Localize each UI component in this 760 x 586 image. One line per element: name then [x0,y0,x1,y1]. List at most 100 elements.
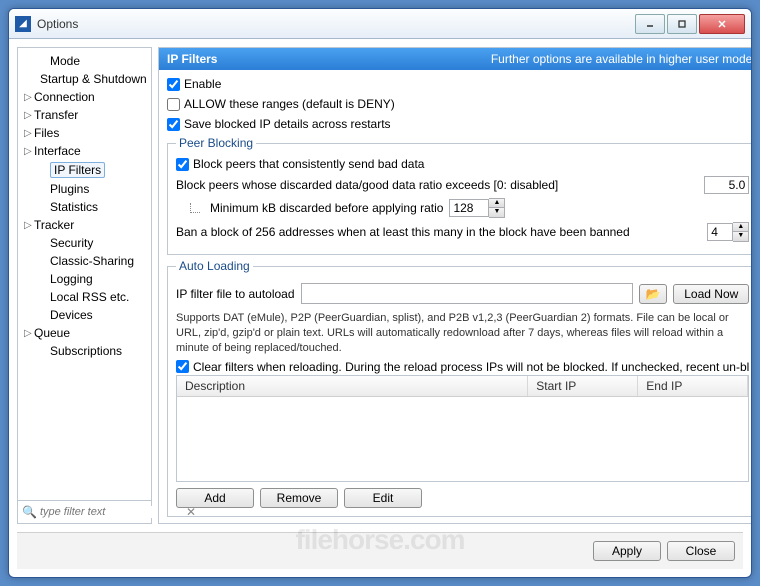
ban-block-spin-buttons: ▲ ▼ [733,222,749,242]
sidebar-item-tracker[interactable]: ▷Tracker [20,216,149,234]
main-panel: IP Filters Further options are available… [158,47,752,524]
expand-icon[interactable]: ▷ [24,220,34,231]
window-buttons [633,14,745,34]
clear-filters-row: Clear filters when reloading. During the… [176,359,749,375]
spin-up-icon[interactable]: ▲ [489,199,504,208]
min-kb-label: Minimum kB discarded before applying rat… [210,201,443,215]
auto-loading-group: Auto Loading IP filter file to autoload … [167,259,752,517]
sidebar-item-startup-shutdown[interactable]: Startup & Shutdown [20,70,149,88]
options-window: ◢ Options Mode Startup & Shutdown▷Connect… [8,8,752,578]
sidebar-item-label: Devices [50,308,93,322]
sidebar-item-label: Local RSS etc. [50,290,129,304]
allow-checkbox[interactable] [167,98,180,111]
file-input[interactable] [301,283,634,304]
table-buttons: Add Remove Edit [176,482,749,508]
sidebar-item-connection[interactable]: ▷Connection [20,88,149,106]
min-kb-spin-buttons: ▲ ▼ [489,198,505,218]
main-header: IP Filters Further options are available… [159,48,752,70]
ban-block-spinner: ▲ ▼ [707,222,749,242]
sidebar-item-label: Subscriptions [50,344,122,358]
spin-down-icon[interactable]: ▼ [733,232,748,241]
sidebar-item-files[interactable]: ▷Files [20,124,149,142]
sidebar: ModeStartup & Shutdown▷Connection▷Transf… [17,47,152,524]
edit-button[interactable]: Edit [344,488,422,508]
sidebar-item-label: Security [50,236,93,250]
sidebar-item-classic-sharing[interactable]: Classic-Sharing [20,252,149,270]
sidebar-item-label: Mode [50,54,80,68]
sidebar-item-label: Interface [34,144,81,158]
close-window-button[interactable] [699,14,745,34]
category-tree[interactable]: ModeStartup & Shutdown▷Connection▷Transf… [18,48,151,500]
maximize-button[interactable] [667,14,697,34]
sidebar-item-queue[interactable]: ▷Queue [20,324,149,342]
filter-row: 🔍 ✕ [18,500,151,523]
spin-up-icon[interactable]: ▲ [733,223,748,232]
sidebar-item-ip-filters[interactable]: IP Filters [20,160,149,180]
expand-icon[interactable]: ▷ [24,328,34,339]
ratio-label: Block peers whose discarded data/good da… [176,178,698,192]
apply-button[interactable]: Apply [593,541,661,561]
expand-icon[interactable]: ▷ [24,92,34,103]
sidebar-item-label: Files [34,126,59,140]
save-blocked-checkbox[interactable] [167,118,180,131]
sidebar-item-statistics[interactable]: Statistics [20,198,149,216]
filter-table: Description Start IP End IP [176,375,749,482]
sidebar-item-interface[interactable]: ▷Interface [20,142,149,160]
ratio-input[interactable] [704,176,749,194]
browse-button[interactable]: 📂 [639,284,667,304]
allow-row: ALLOW these ranges (default is DENY) [167,96,752,112]
spin-down-icon[interactable]: ▼ [489,208,504,217]
load-now-button[interactable]: Load Now [673,284,749,304]
sidebar-item-devices[interactable]: Devices [20,306,149,324]
sidebar-item-label: Plugins [50,182,89,196]
expand-icon[interactable]: ▷ [24,110,34,121]
peer-blocking-group: Peer Blocking Block peers that consisten… [167,136,752,255]
enable-checkbox[interactable] [167,78,180,91]
content: ModeStartup & Shutdown▷Connection▷Transf… [9,39,751,532]
sidebar-item-logging[interactable]: Logging [20,270,149,288]
col-start-ip[interactable]: Start IP [528,376,638,396]
file-label: IP filter file to autoload [176,287,295,301]
auto-loading-legend: Auto Loading [176,259,253,273]
add-button[interactable]: Add [176,488,254,508]
expand-icon[interactable]: ▷ [24,146,34,157]
sidebar-item-transfer[interactable]: ▷Transfer [20,106,149,124]
clear-filters-checkbox[interactable] [176,360,189,373]
file-row: IP filter file to autoload 📂 Load Now [176,283,749,304]
min-kb-input[interactable] [449,199,489,217]
sidebar-item-local-rss-etc-[interactable]: Local RSS etc. [20,288,149,306]
page-title: IP Filters [167,52,217,66]
table-body[interactable] [177,397,748,481]
sidebar-item-label: Transfer [34,108,78,122]
col-end-ip[interactable]: End IP [638,376,748,396]
titlebar: ◢ Options [9,9,751,39]
help-text: Supports DAT (eMule), P2P (PeerGuardian,… [176,311,749,356]
window-title: Options [37,17,633,31]
remove-button[interactable]: Remove [260,488,338,508]
enable-row: Enable [167,76,752,92]
save-blocked-row: Save blocked IP details across restarts [167,116,752,132]
sidebar-item-label: Queue [34,326,70,340]
expand-icon[interactable]: ▷ [24,128,34,139]
ban-block-input[interactable] [707,223,733,241]
tree-connector-icon [190,203,200,213]
block-bad-row: Block peers that consistently send bad d… [176,156,749,172]
clear-filters-label: Clear filters when reloading. During the… [193,360,749,374]
sidebar-item-subscriptions[interactable]: Subscriptions [20,342,149,360]
minimize-button[interactable] [635,14,665,34]
col-description[interactable]: Description [177,376,528,396]
sidebar-item-mode[interactable]: Mode [20,52,149,70]
sidebar-item-plugins[interactable]: Plugins [20,180,149,198]
folder-icon: 📂 [646,287,661,301]
ratio-row: Block peers whose discarded data/good da… [176,176,749,194]
close-button[interactable]: Close [667,541,735,561]
sidebar-item-security[interactable]: Security [20,234,149,252]
save-blocked-label: Save blocked IP details across restarts [184,117,391,131]
sidebar-item-label: IP Filters [50,162,105,178]
dialog-footer: Apply Close [17,532,743,569]
sidebar-item-label: Statistics [50,200,98,214]
page-subtitle: Further options are available in higher … [491,52,752,66]
table-header: Description Start IP End IP [177,376,748,397]
ban-block-label: Ban a block of 256 addresses when at lea… [176,225,701,239]
block-bad-checkbox[interactable] [176,158,189,171]
